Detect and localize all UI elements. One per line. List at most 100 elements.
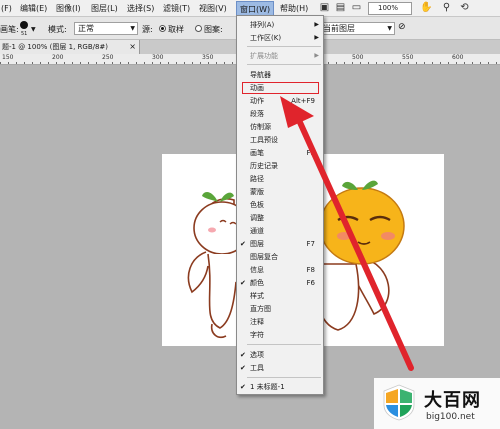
menu-item-character[interactable]: 字符 <box>237 329 323 341</box>
menu-select[interactable]: 选择(S) <box>127 3 154 15</box>
menu-item-adjustments[interactable]: 调整 <box>237 212 323 224</box>
menu-item-label: 颜色 <box>250 279 264 287</box>
menu-item-actions[interactable]: 动作 Alt+F9 <box>237 95 323 107</box>
menu-item-label: 仿制源 <box>250 123 271 131</box>
menu-item-label: 排列(A) <box>250 21 275 29</box>
sample-layer-select[interactable]: 当前图层 ▼ <box>319 22 395 35</box>
menu-file[interactable]: (F) <box>1 3 12 15</box>
menu-item-styles[interactable]: 样式 <box>237 290 323 302</box>
menu-item-label: 工具预设 <box>250 136 278 144</box>
ignore-adjustments-icon[interactable]: ⊘ <box>398 22 406 32</box>
chevron-down-icon: ▼ <box>130 25 135 32</box>
zoom-level[interactable]: 100% <box>368 2 412 15</box>
menu-separator <box>247 344 321 345</box>
menu-item-tool-presets[interactable]: 工具预设 <box>237 134 323 146</box>
checkmark-icon: ✔ <box>240 383 246 391</box>
menu-item-label: 工具 <box>250 364 264 372</box>
menu-item-histogram[interactable]: 直方图 <box>237 303 323 315</box>
big100-logo-icon <box>383 384 415 421</box>
window-menu-dropdown: 排列(A) ▶ 工作区(K) ▶ 扩展功能 ▶ 导航器 动画 动作 Alt+F9 段落 … <box>236 15 324 395</box>
menu-item-clone-source[interactable]: 仿制源 <box>237 121 323 133</box>
menu-item-label: 直方图 <box>250 305 271 313</box>
menu-view[interactable]: 视图(V) <box>199 3 227 15</box>
menu-item-brush[interactable]: 画笔 F5 <box>237 147 323 159</box>
menu-item-label: 图层 <box>250 240 264 248</box>
mode-label: 模式: <box>48 25 67 34</box>
menu-item-label: 段落 <box>250 110 264 118</box>
rotate-view-icon[interactable]: ⟲ <box>458 1 471 15</box>
menu-item-label: 样式 <box>250 292 264 300</box>
mini-bridge-icon[interactable]: ▣ <box>318 1 331 15</box>
checkmark-icon: ✔ <box>240 364 246 372</box>
menu-item-label: 历史记录 <box>250 162 278 170</box>
menu-item-extensions[interactable]: 扩展功能 ▶ <box>237 50 323 62</box>
sample-layer-value: 当前图层 <box>323 24 355 33</box>
menu-separator <box>247 377 321 378</box>
menu-help[interactable]: 帮助(H) <box>280 3 308 15</box>
menu-item-paths[interactable]: 路径 <box>237 173 323 185</box>
brush-dropdown-icon[interactable]: ▼ <box>31 26 36 33</box>
menu-item-navigator[interactable]: 导航器 <box>237 69 323 81</box>
ruler-label: 300 <box>152 54 164 61</box>
menu-item-label: 通道 <box>250 227 264 235</box>
menu-item-workspace[interactable]: 工作区(K) ▶ <box>237 32 323 44</box>
checkmark-icon: ✔ <box>240 240 246 248</box>
menu-item-paragraph[interactable]: 段落 <box>237 108 323 120</box>
cheek-blush <box>208 227 216 233</box>
menu-item-label: 扩展功能 <box>250 52 278 60</box>
zoom-tool-icon[interactable]: ⚲ <box>440 1 453 15</box>
menu-item-label: 路径 <box>250 175 264 183</box>
menu-item-label: 工作区(K) <box>250 34 282 42</box>
zoom-value: 100% <box>378 4 399 12</box>
document-tab[interactable]: 题-1 @ 100% (图层 1, RGB/8#) × <box>0 40 140 54</box>
menu-item-label: 动作 <box>250 97 264 105</box>
ruler-label: 600 <box>452 54 464 61</box>
menu-edit[interactable]: 编辑(E) <box>20 3 47 15</box>
arrange-icon[interactable]: ▤ <box>334 1 347 15</box>
menu-item-masks[interactable]: 蒙版 <box>237 186 323 198</box>
menu-shortcut: F7 <box>306 240 315 248</box>
watermark-logo: 大百网 big100.net <box>374 378 500 429</box>
menu-item-label: 选项 <box>250 351 264 359</box>
menu-item-label: 信息 <box>250 266 264 274</box>
menu-item-label: 注释 <box>250 318 264 326</box>
menu-item-label: 画笔 <box>250 149 264 157</box>
menu-item-info[interactable]: 信息 F8 <box>237 264 323 276</box>
screen-mode-icon[interactable]: ▭ <box>350 1 363 15</box>
menu-separator <box>247 46 321 47</box>
menu-filter[interactable]: 滤镜(T) <box>163 3 190 15</box>
menu-item-label: 字符 <box>250 331 264 339</box>
source-label: 源: <box>142 25 153 34</box>
menu-separator <box>247 64 321 65</box>
chevron-down-icon: ▼ <box>387 25 392 32</box>
pattern-radio[interactable] <box>195 25 202 32</box>
menu-layer[interactable]: 图层(L) <box>91 3 118 15</box>
menu-item-label: 1 未标题-1 <box>250 383 285 391</box>
menu-shortcut: F6 <box>306 279 315 287</box>
menu-image[interactable]: 图像(I) <box>56 3 81 15</box>
mode-select[interactable]: 正常 ▼ <box>74 22 138 35</box>
menu-shortcut: F5 <box>306 149 315 157</box>
menu-item-options[interactable]: ✔ 选项 <box>237 349 323 361</box>
sampled-radio[interactable] <box>159 25 166 32</box>
menu-item-arrange[interactable]: 排列(A) ▶ <box>237 19 323 31</box>
menu-item-label: 调整 <box>250 214 264 222</box>
close-icon[interactable]: × <box>129 40 136 54</box>
menu-item-layer-comps[interactable]: 图层复合 <box>237 251 323 263</box>
menu-item-channels[interactable]: 通道 <box>237 225 323 237</box>
checkmark-icon: ✔ <box>240 351 246 359</box>
menu-item-open-document[interactable]: ✔ 1 未标题-1 <box>237 381 323 393</box>
brush-preview[interactable] <box>20 21 28 29</box>
menu-item-tools[interactable]: ✔ 工具 <box>237 362 323 374</box>
menu-item-color[interactable]: ✔ 颜色 F6 <box>237 277 323 289</box>
ruler-label: 350 <box>202 54 214 61</box>
hand-tool-icon[interactable]: ✋ <box>420 1 433 15</box>
menu-item-label: 图层复合 <box>250 253 278 261</box>
menu-shortcut: F8 <box>306 266 315 274</box>
menu-item-history[interactable]: 历史记录 <box>237 160 323 172</box>
menu-item-swatches[interactable]: 色板 <box>237 199 323 211</box>
menu-item-layers[interactable]: ✔ 图层 F7 <box>237 238 323 250</box>
menu-item-notes[interactable]: 注释 <box>237 316 323 328</box>
submenu-arrow-icon: ▶ <box>314 52 319 59</box>
menu-window[interactable]: 窗口(W) <box>236 1 275 16</box>
